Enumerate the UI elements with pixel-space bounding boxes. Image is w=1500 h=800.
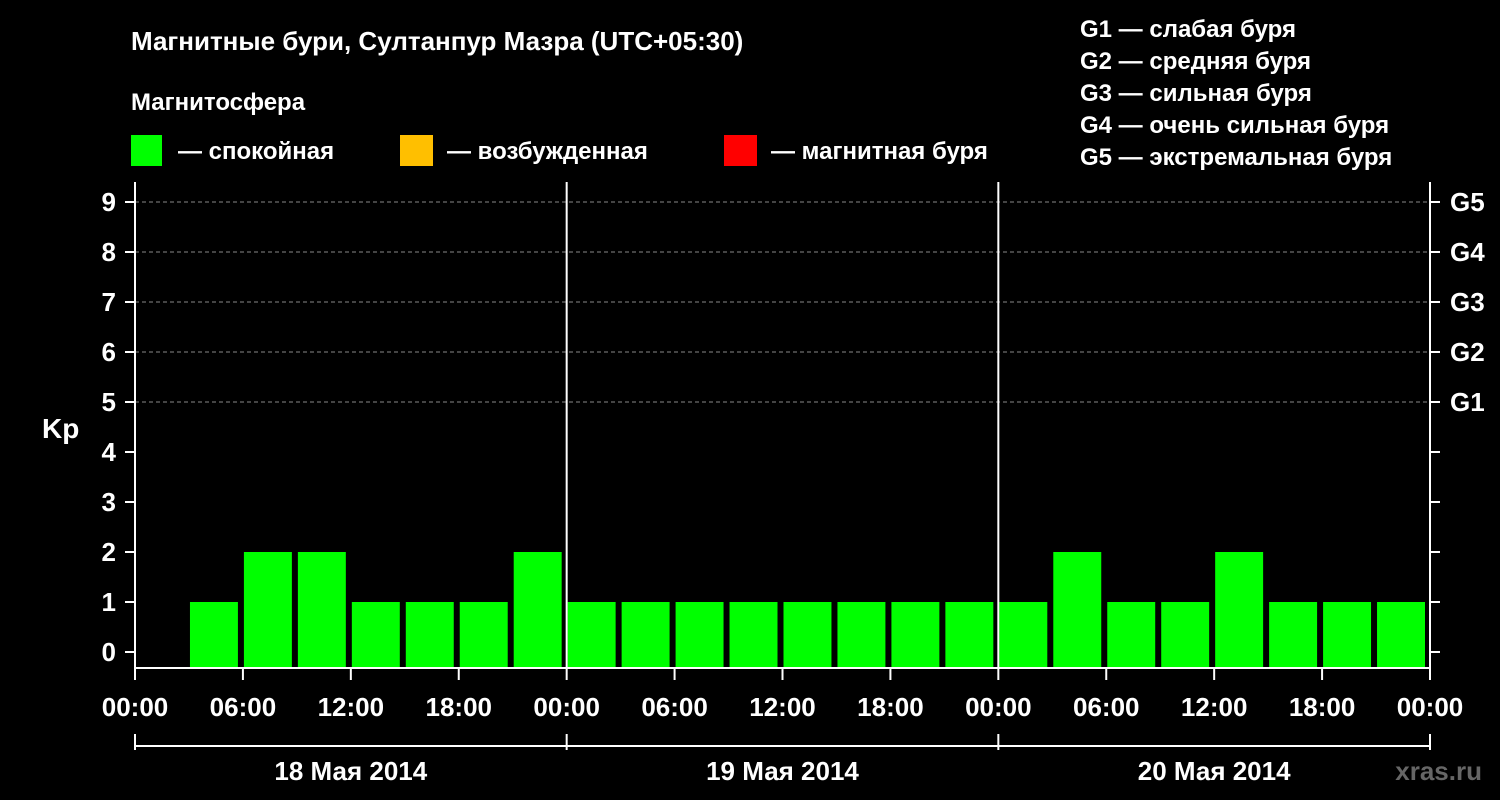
g-scale-label: G1 — [1450, 387, 1485, 417]
day-label: 18 Мая 2014 — [274, 756, 427, 786]
y-tick-label: 8 — [102, 237, 116, 267]
y-tick-label: 3 — [102, 487, 116, 517]
x-tick-label: 18:00 — [1289, 692, 1356, 722]
x-tick-label: 06:00 — [1073, 692, 1140, 722]
day-label: 20 Мая 2014 — [1138, 756, 1291, 786]
y-tick-label: 9 — [102, 187, 116, 217]
storm-level-g5: G5 — экстремальная буря — [1080, 144, 1392, 171]
y-tick-label: 1 — [102, 587, 116, 617]
kp-bar — [999, 602, 1048, 668]
g-scale-label: G3 — [1450, 287, 1485, 317]
day-label: 19 Мая 2014 — [706, 756, 859, 786]
y-axis-label: Kp — [42, 413, 79, 444]
x-tick-label: 00:00 — [1397, 692, 1464, 722]
kp-bar — [1107, 602, 1156, 668]
x-tick-label: 12:00 — [749, 692, 816, 722]
y-tick-label: 2 — [102, 537, 116, 567]
kp-bar — [945, 602, 994, 668]
state-legend: — спокойная — возбужденная — магнитная б… — [131, 135, 988, 166]
y-tick-label: 0 — [102, 637, 116, 667]
magnetosphere-label: Магнитосфера — [131, 89, 306, 116]
kp-bar — [621, 602, 670, 668]
legend-swatch-calm — [131, 135, 162, 166]
g-scale-label: G4 — [1450, 237, 1485, 267]
kp-bar — [1053, 552, 1102, 668]
y-tick-label: 6 — [102, 337, 116, 367]
kp-bar — [1323, 602, 1372, 668]
kp-bar — [837, 602, 886, 668]
x-tick-label: 12:00 — [318, 692, 385, 722]
kp-bar — [297, 552, 346, 668]
x-tick-label: 00:00 — [533, 692, 600, 722]
x-tick-label: 18:00 — [857, 692, 924, 722]
chart-title: Магнитные бури, Султанпур Мазра (UTC+05:… — [131, 26, 743, 56]
kp-bar — [243, 552, 292, 668]
legend-label-excited: — возбужденная — [447, 138, 648, 165]
storm-levels-legend: G1 — слабая буря G2 — средняя буря G3 — … — [1080, 16, 1392, 171]
kp-bar — [567, 602, 616, 668]
legend-label-storm: — магнитная буря — [771, 138, 988, 165]
x-tick-label: 18:00 — [426, 692, 493, 722]
x-tick-label: 06:00 — [210, 692, 277, 722]
kp-bar — [1269, 602, 1318, 668]
kp-bar — [1215, 552, 1264, 668]
kp-bar — [783, 602, 832, 668]
storm-level-g2: G2 — средняя буря — [1080, 48, 1311, 75]
storm-level-g3: G3 — сильная буря — [1080, 80, 1312, 107]
plot-area: 0 1 2 3 4 5 6 7 8 9 G1 G2 G3 G4 G5 00:00 06:00 12:00 18:00… — [102, 182, 1485, 786]
legend-swatch-storm — [724, 135, 757, 166]
kp-chart: Магнитные бури, Султанпур Мазра (UTC+05:… — [42, 16, 1485, 786]
g-scale-label: G2 — [1450, 337, 1485, 367]
y-tick-label: 7 — [102, 287, 116, 317]
kp-bar — [189, 602, 238, 668]
watermark: xras.ru — [1395, 756, 1482, 786]
y-tick-label: 4 — [102, 437, 117, 467]
kp-bar — [729, 602, 778, 668]
kp-bar — [351, 602, 400, 668]
x-tick-label: 00:00 — [102, 692, 169, 722]
legend-swatch-excited — [400, 135, 433, 166]
kp-bar — [1161, 602, 1210, 668]
x-tick-label: 00:00 — [965, 692, 1032, 722]
g-scale-label: G5 — [1450, 187, 1485, 217]
legend-label-calm: — спокойная — [178, 138, 334, 165]
storm-level-g4: G4 — очень сильная буря — [1080, 112, 1389, 139]
storm-level-g1: G1 — слабая буря — [1080, 16, 1296, 43]
kp-bar — [405, 602, 454, 668]
kp-bar — [891, 602, 940, 668]
x-tick-label: 06:00 — [641, 692, 708, 722]
kp-bar — [459, 602, 508, 668]
kp-bar — [1377, 602, 1425, 668]
y-tick-label: 5 — [102, 387, 116, 417]
kp-bar — [675, 602, 724, 668]
x-tick-label: 12:00 — [1181, 692, 1248, 722]
kp-bar — [513, 552, 562, 668]
